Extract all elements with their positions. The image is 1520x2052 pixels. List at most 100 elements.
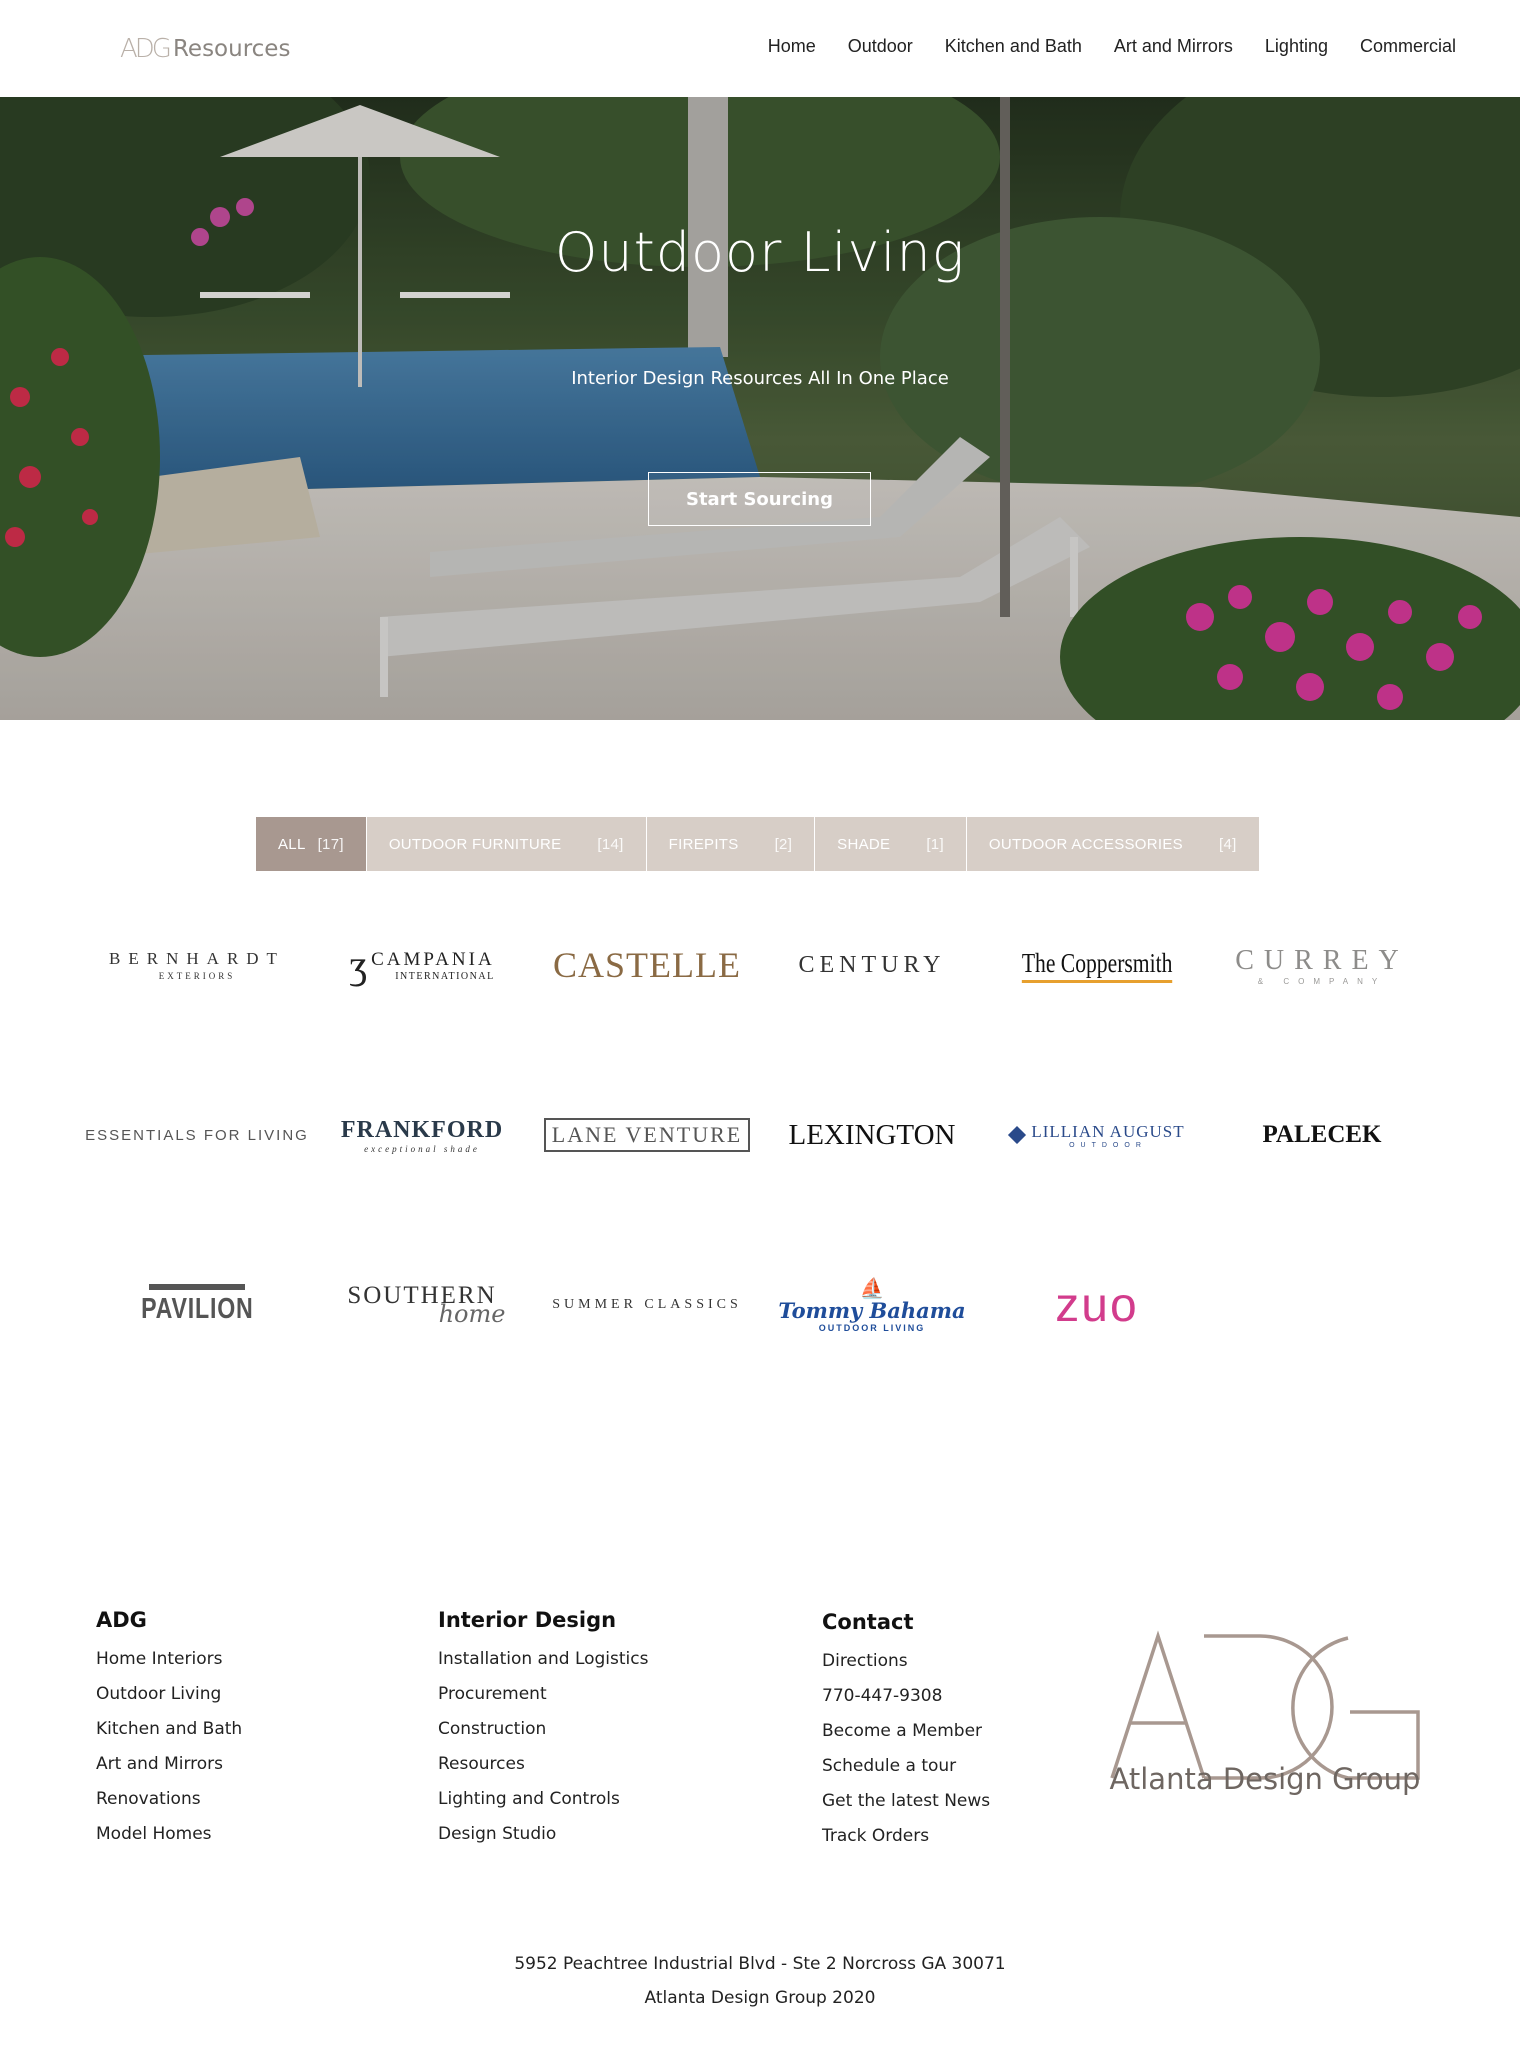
brand-name: PAVILION — [140, 1293, 254, 1325]
brand-name: SUMMER CLASSICS — [552, 1297, 742, 1312]
brand-name: LEXINGTON — [788, 1118, 956, 1151]
filter-label: FIREPITS — [668, 835, 739, 853]
hero-title: Outdoor Living — [554, 221, 966, 284]
brand-name: PALECEK — [1262, 1121, 1382, 1148]
footer-link-directions[interactable]: Directions — [822, 1644, 990, 1679]
brand-name: CENTURY — [798, 951, 946, 978]
brand-palecek[interactable]: PALECEK — [1212, 1095, 1432, 1175]
footer-copyright: Atlanta Design Group 2020 — [644, 1988, 876, 2008]
footer-col-contact: Contact Directions 770-447-9308 Become a… — [822, 1610, 990, 1854]
brand-sub: home — [438, 1300, 506, 1328]
logo-text: Resources — [172, 36, 291, 62]
brand-zuo[interactable]: ZUO — [987, 1265, 1207, 1345]
hero-banner: Outdoor Living Interior Design Resources… — [0, 97, 1520, 720]
campania-swirl-icon: ʒ — [349, 942, 368, 987]
brand-sub: exceptional shade — [364, 1143, 480, 1154]
filter-outdoor-furniture[interactable]: OUTDOOR FURNITURE [14] — [366, 817, 647, 871]
footer-link-lighting-controls[interactable]: Lighting and Controls — [438, 1782, 648, 1817]
nav-outdoor[interactable]: Outdoor — [848, 36, 913, 57]
brand-name: FRANKFORD — [340, 1116, 504, 1143]
filter-tabs: ALL [17] OUTDOOR FURNITURE [14] FIREPITS… — [256, 817, 1260, 871]
brand-currey[interactable]: CURREY & COMPANY — [1212, 925, 1432, 1005]
footer-col-interior-design: Interior Design Installation and Logisti… — [438, 1608, 648, 1852]
footer-link-construction[interactable]: Construction — [438, 1712, 648, 1747]
brand-campania[interactable]: ʒ CAMPANIA INTERNATIONAL — [312, 925, 532, 1005]
brand-name: The Coppersmith — [1021, 948, 1173, 983]
brand-summer-classics[interactable]: SUMMER CLASSICS — [537, 1265, 757, 1345]
footer-link-model-homes[interactable]: Model Homes — [96, 1817, 242, 1852]
filter-outdoor-accessories[interactable]: OUTDOOR ACCESSORIES [4] — [966, 817, 1260, 871]
marlin-icon: ⛵ — [859, 1275, 885, 1300]
site-logo[interactable]: ADG Resources — [120, 32, 290, 66]
footer-col-adg: ADG Home Interiors Outdoor Living Kitche… — [96, 1608, 242, 1852]
main-nav: Home Outdoor Kitchen and Bath Art and Mi… — [736, 36, 1456, 57]
filter-label: SHADE — [837, 835, 891, 853]
brand-name: LANE VENTURE — [543, 1118, 751, 1152]
footer-link-become-member[interactable]: Become a Member — [822, 1714, 990, 1749]
brand-sub: & COMPANY — [1257, 976, 1387, 986]
footer-address: 5952 Peachtree Industrial Blvd - Ste 2 N… — [514, 1954, 1006, 1974]
brand-century[interactable]: CENTURY — [762, 925, 982, 1005]
brand-sub: INTERNATIONAL — [395, 970, 495, 982]
filter-count: [17] — [317, 835, 344, 853]
filter-count: [4] — [1219, 835, 1237, 853]
footer-link-phone[interactable]: 770-447-9308 — [822, 1679, 990, 1714]
brand-name: CAMPANIA — [371, 948, 495, 970]
pavilion-roof-icon — [149, 1284, 245, 1290]
footer-link-renovations[interactable]: Renovations — [96, 1782, 242, 1817]
footer-link-latest-news[interactable]: Get the latest News — [822, 1784, 990, 1819]
brand-lillian-august[interactable]: LILLIAN AUGUST OUTDOOR — [987, 1095, 1207, 1175]
brand-lexington[interactable]: LEXINGTON — [762, 1095, 982, 1175]
brand-name: CURREY — [1235, 944, 1409, 976]
filter-label: OUTDOOR FURNITURE — [388, 835, 562, 853]
footer-link-outdoor-living[interactable]: Outdoor Living — [96, 1677, 242, 1712]
lattice-icon — [1008, 1125, 1027, 1145]
footer-link-installation-logistics[interactable]: Installation and Logistics — [438, 1642, 648, 1677]
footer-col-title: Contact — [822, 1610, 914, 1634]
footer-link-schedule-tour[interactable]: Schedule a tour — [822, 1749, 990, 1784]
nav-art-mirrors[interactable]: Art and Mirrors — [1114, 36, 1233, 57]
nav-lighting[interactable]: Lighting — [1265, 36, 1328, 57]
filter-all[interactable]: ALL [17] — [256, 817, 367, 871]
footer-link-art-mirrors[interactable]: Art and Mirrors — [96, 1747, 242, 1782]
brand-pavilion[interactable]: PAVILION — [87, 1265, 307, 1345]
brand-sub: EXTERIORS — [158, 971, 236, 981]
start-sourcing-button[interactable]: Start Sourcing — [648, 472, 871, 526]
nav-kitchen-bath[interactable]: Kitchen and Bath — [945, 36, 1082, 57]
brand-tommy-bahama[interactable]: ⛵ Tommy Bahama OUTDOOR LIVING — [762, 1265, 982, 1345]
brand-name: BERNHARDT — [109, 949, 285, 968]
hero-subtitle: Interior Design Resources All In One Pla… — [571, 368, 949, 389]
brand-southern-home[interactable]: SOUTHERN home — [312, 1265, 532, 1345]
filter-shade[interactable]: SHADE [1] — [815, 817, 967, 871]
logo-mark: ADG — [120, 34, 172, 64]
brand-essentials-for-living[interactable]: ESSENTIALS FOR LIVING — [85, 1095, 309, 1175]
brand-name: ESSENTIALS FOR LIVING — [85, 1126, 309, 1144]
footer-link-procurement[interactable]: Procurement — [438, 1677, 648, 1712]
filter-firepits[interactable]: FIREPITS [2] — [646, 817, 816, 871]
adg-logo-name: Atlanta Design Group — [1109, 1762, 1421, 1796]
filter-count: [2] — [774, 835, 793, 853]
footer-link-home-interiors[interactable]: Home Interiors — [96, 1642, 242, 1677]
filter-count: [1] — [926, 835, 944, 853]
footer-link-design-studio[interactable]: Design Studio — [438, 1817, 648, 1852]
hero-background-image — [0, 97, 1520, 720]
brand-coppersmith[interactable]: The Coppersmith — [987, 925, 1207, 1005]
nav-home[interactable]: Home — [768, 36, 816, 57]
nav-commercial[interactable]: Commercial — [1360, 36, 1456, 57]
filter-count: [14] — [597, 835, 624, 853]
brand-sub: OUTDOOR — [1069, 1141, 1147, 1149]
brand-name: CASTELLE — [553, 945, 741, 985]
brand-name: ZUO — [1055, 1278, 1139, 1332]
brand-sub: OUTDOOR LIVING — [818, 1322, 926, 1333]
brand-frankford[interactable]: FRANKFORD exceptional shade — [312, 1095, 532, 1175]
footer-link-track-orders[interactable]: Track Orders — [822, 1819, 990, 1854]
footer-link-resources[interactable]: Resources — [438, 1747, 648, 1782]
filter-label: ALL — [278, 835, 306, 853]
brand-lane-venture[interactable]: LANE VENTURE — [537, 1095, 757, 1175]
footer-link-kitchen-bath[interactable]: Kitchen and Bath — [96, 1712, 242, 1747]
brand-name: LILLIAN AUGUST — [1031, 1121, 1185, 1141]
brand-bernhardt[interactable]: BERNHARDT EXTERIORS — [87, 925, 307, 1005]
filter-label: OUTDOOR ACCESSORIES — [988, 835, 1183, 853]
footer-col-title: Interior Design — [438, 1608, 617, 1632]
brand-castelle[interactable]: CASTELLE — [537, 925, 757, 1005]
